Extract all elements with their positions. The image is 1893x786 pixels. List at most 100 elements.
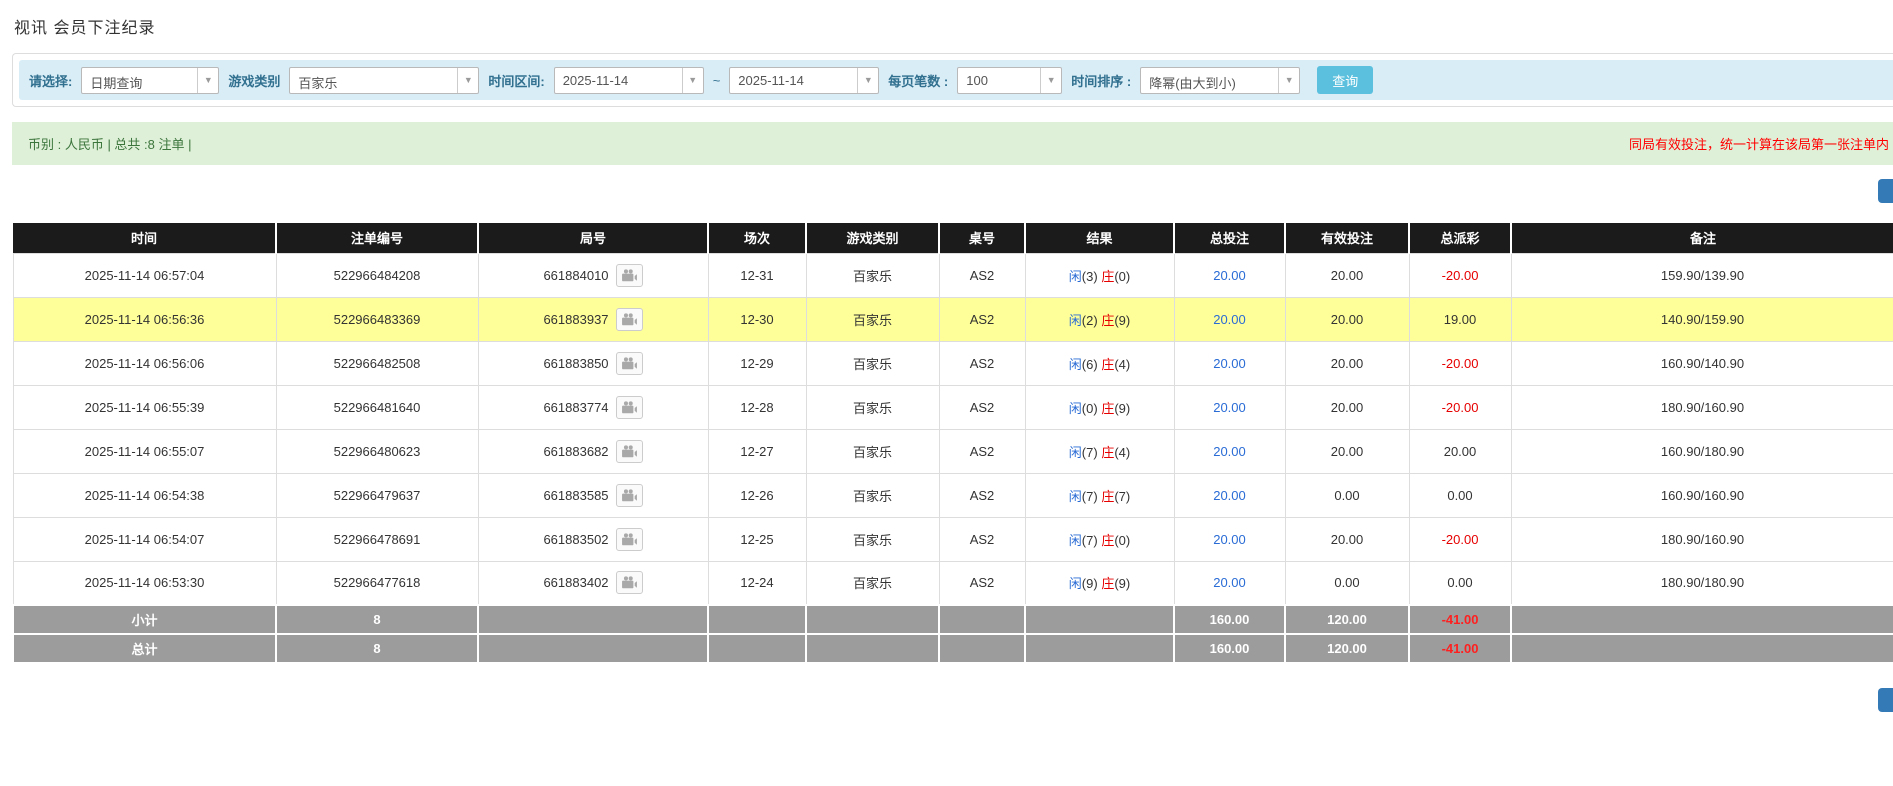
date-to-select[interactable]: 2025-11-14 ▼ [729,66,880,94]
cell-time: 2025-11-14 06:55:39 [12,384,277,430]
video-replay-button[interactable] [615,351,643,375]
cell-total-bet-link[interactable]: 20.00 [1213,312,1246,327]
page-size-value: 100 [966,72,988,88]
partial-button-top[interactable] [1878,179,1893,203]
game-type-select[interactable]: 百家乐 ▼ [289,66,480,94]
cell-total-bet-link[interactable]: 20.00 [1213,444,1246,459]
video-replay-button[interactable] [615,527,643,551]
result-player-score: (6) [1081,356,1098,372]
chevron-down-icon: ▼ [1278,67,1299,93]
result-player-score: (2) [1081,312,1098,328]
cell-round: 661883402 [543,571,643,595]
video-replay-button[interactable] [615,571,643,595]
column-header: 局号 [478,223,709,253]
search-button[interactable]: 查询 [1317,66,1374,94]
cell-remark: 180.90/160.90 [1510,384,1893,430]
column-header: 时间 [13,223,277,253]
result-player-label: 闲 [1068,488,1082,504]
video-replay-button[interactable] [615,483,643,507]
cell-game-type: 百家乐 [805,516,940,562]
cell-session: 12-24 [707,560,807,606]
page-size-label: 每页笔数 : [888,73,949,89]
cell-round: 661883585 [543,483,643,507]
cell-result: 闲(9) 庄(9) [1024,560,1175,606]
cell-payout: -20.00 [1408,516,1512,562]
cell-time: 2025-11-14 06:57:04 [12,252,277,298]
cell-valid-bet: 20.00 [1284,384,1410,430]
column-header: 结果 [1025,223,1175,253]
result-banker-score: (7) [1114,488,1131,504]
cell-time: 2025-11-14 06:54:38 [12,472,277,518]
cell-result: 闲(7) 庄(4) [1024,428,1175,474]
cell-valid-bet: 20.00 [1284,252,1410,298]
video-icon [621,312,637,325]
cell-total-bet-link[interactable]: 20.00 [1213,532,1246,547]
cell-bet-id: 522966481640 [275,384,479,430]
table-header-row: 时间 注单编号 局号 场次 游戏类别 桌号 结果 总投注 有效投注 总派彩 备注 [13,223,1893,253]
cell-round: 661884010 [543,263,643,287]
video-replay-button[interactable] [615,395,643,419]
cell-result: 闲(2) 庄(9) [1024,296,1175,342]
partial-button-bottom[interactable] [1878,688,1893,712]
result-player-label: 闲 [1068,576,1082,592]
video-replay-button[interactable] [615,439,643,463]
result-banker-label: 庄 [1101,268,1115,284]
cell-table-no: AS2 [938,428,1026,474]
result-banker-label: 庄 [1101,488,1115,504]
cell-remark: 140.90/159.90 [1510,296,1893,342]
footer-payout: -41.00 [1408,604,1512,635]
result-banker-score: (9) [1114,400,1131,416]
column-header: 注单编号 [276,223,479,253]
result-banker-label: 庄 [1101,576,1115,592]
cell-total-bet-link[interactable]: 20.00 [1213,575,1246,590]
cell-table-no: AS2 [938,472,1026,518]
page: 视讯 会员下注纪录 请选择: 日期查询 ▼ 游戏类别 百家乐 ▼ 时间区间: 2… [0,0,1893,786]
cell-total-bet-link[interactable]: 20.00 [1213,268,1246,283]
video-replay-button[interactable] [615,307,643,331]
bet-records-table: 时间 注单编号 局号 场次 游戏类别 桌号 结果 总投注 有效投注 总派彩 备注 2025-11-1… [12,223,1893,664]
game-type-value: 百家乐 [298,75,338,91]
cell-remark: 160.90/160.90 [1510,472,1893,518]
query-mode-select[interactable]: 日期查询 ▼ [81,66,220,94]
video-replay-button[interactable] [615,263,643,287]
notice-text: 同局有效投注，统一计算在该局第一张注单内 [1628,137,1889,152]
table-row: 2025-11-14 06:56:36 522966483369 6618839… [12,296,1893,342]
date-from-select[interactable]: 2025-11-14 ▼ [553,66,704,94]
summary-row: 总计 8 160.00 120.00 -41.00 [12,633,1893,664]
table-row: 2025-11-14 06:54:07 522966478691 6618835… [12,516,1893,562]
time-sort-select[interactable]: 降幂(由大到小) ▼ [1140,66,1301,94]
cell-round: 661883937 [543,307,643,331]
column-header: 桌号 [939,223,1026,253]
cell-total-bet-link[interactable]: 20.00 [1213,356,1246,371]
cell-table-no: AS2 [938,252,1026,298]
cell-total-bet-link[interactable]: 20.00 [1213,488,1246,503]
result-player-label: 闲 [1068,312,1082,328]
result-banker-score: (0) [1114,532,1131,548]
cell-bet-id: 522966477618 [275,560,479,606]
cell-remark: 160.90/140.90 [1510,340,1893,386]
cell-payout: 0.00 [1408,472,1512,518]
cell-total-bet-link[interactable]: 20.00 [1213,400,1246,415]
cell-time: 2025-11-14 06:55:07 [12,428,277,474]
round-id: 661883682 [543,443,609,459]
chevron-down-icon: ▼ [1040,67,1061,93]
result-banker-label: 庄 [1101,312,1115,328]
cell-session: 12-28 [707,384,807,430]
cell-round: 661883682 [543,439,643,463]
result-banker-score: (9) [1114,312,1131,328]
table-row: 2025-11-14 06:54:38 522966479637 6618835… [12,472,1893,518]
summary-bar: 币别 : 人民币 | 总共 :8 注单 | 同局有效投注，统一计算在该局第一张注… [12,122,1893,165]
result-player-score: (3) [1081,268,1098,284]
date-from-value: 2025-11-14 [562,72,629,88]
cell-game-type: 百家乐 [805,340,940,386]
cell-result: 闲(6) 庄(4) [1024,340,1175,386]
footer-total-bet: 160.00 [1173,604,1286,635]
table-row: 2025-11-14 06:55:07 522966480623 6618836… [12,428,1893,474]
page-size-select[interactable]: 100 ▼ [957,66,1063,94]
result-player-label: 闲 [1068,444,1082,460]
cell-payout: -20.00 [1408,384,1512,430]
cell-session: 12-29 [707,340,807,386]
time-sort-label: 时间排序 : [1071,73,1132,89]
cell-round: 661883774 [543,395,643,419]
column-header: 备注 [1511,223,1893,253]
